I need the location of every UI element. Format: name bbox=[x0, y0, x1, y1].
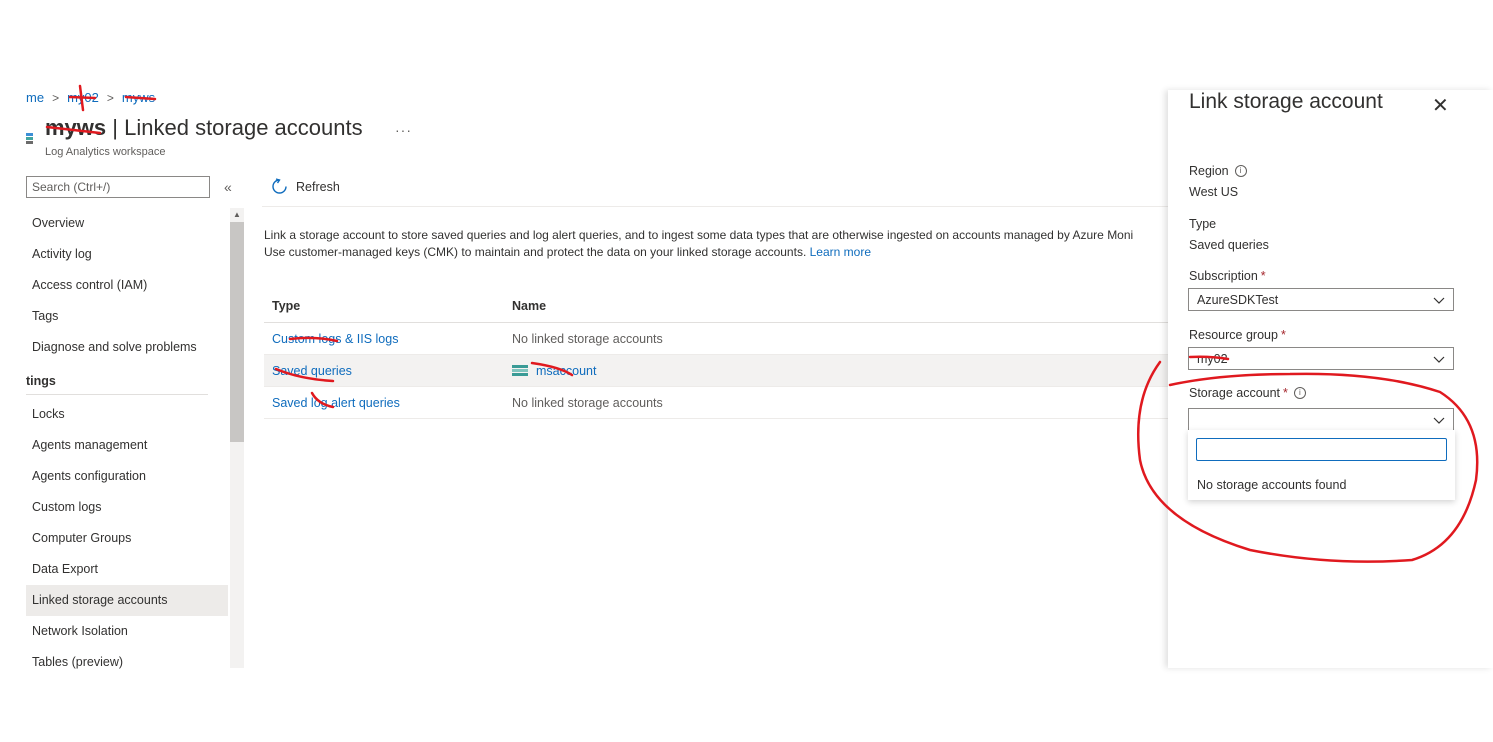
chevron-down-icon bbox=[1433, 417, 1445, 424]
sidebar-item-locks[interactable]: Locks bbox=[26, 399, 228, 430]
info-icon[interactable]: i bbox=[1293, 387, 1306, 399]
sidebar-nav: Overview Activity log Access control (IA… bbox=[26, 208, 228, 669]
table-row[interactable]: Custom logs & IIS logs No linked storage… bbox=[264, 323, 1168, 355]
type-link[interactable]: Saved queries bbox=[272, 364, 352, 378]
description-line-1: Link a storage account to store saved qu… bbox=[264, 228, 1134, 242]
sidebar-section-settings: tings bbox=[26, 363, 208, 395]
resource-group-label-text: Resource group bbox=[1189, 328, 1278, 342]
collapse-sidebar-icon[interactable]: « bbox=[224, 179, 232, 195]
storage-account-dropdown[interactable] bbox=[1188, 408, 1454, 431]
type-label: Type bbox=[1189, 217, 1217, 231]
sidebar-item-activity-log[interactable]: Activity log bbox=[26, 239, 228, 270]
subscription-dropdown[interactable]: AzureSDKTest bbox=[1188, 288, 1454, 311]
breadcrumb-item-workspace[interactable]: myws bbox=[122, 90, 155, 105]
type-value: Saved queries bbox=[1189, 238, 1269, 252]
required-marker: * bbox=[1260, 269, 1266, 283]
storage-account-label: Storage account * i bbox=[1189, 386, 1306, 400]
sidebar-item-agents-configuration[interactable]: Agents configuration bbox=[26, 461, 228, 492]
refresh-button[interactable]: Refresh bbox=[271, 178, 340, 195]
region-value: West US bbox=[1189, 185, 1239, 199]
subscription-label: Subscription * bbox=[1189, 269, 1266, 283]
subscription-label-text: Subscription bbox=[1189, 269, 1258, 283]
column-header-type: Type bbox=[272, 299, 301, 313]
chevron-down-icon bbox=[1433, 297, 1445, 304]
title-separator: | bbox=[112, 115, 118, 140]
breadcrumb: me > my02 > myws bbox=[26, 90, 155, 105]
storage-account-label-text: Storage account bbox=[1189, 386, 1281, 400]
column-header-name: Name bbox=[512, 299, 547, 313]
description-line-2: Use customer-managed keys (CMK) to maint… bbox=[264, 245, 807, 259]
storage-account-icon bbox=[512, 364, 528, 377]
region-label-text: Region bbox=[1189, 164, 1229, 178]
linked-storage-table: Type Name Custom logs & IIS logs No link… bbox=[264, 290, 1168, 419]
page-title-text: Linked storage accounts bbox=[124, 115, 363, 140]
sidebar-item-linked-storage-accounts[interactable]: Linked storage accounts bbox=[26, 585, 228, 616]
breadcrumb-item-resource-group[interactable]: my02 bbox=[67, 90, 99, 105]
chevron-right-icon: > bbox=[106, 90, 114, 105]
learn-more-link[interactable]: Learn more bbox=[810, 245, 871, 259]
required-marker: * bbox=[1283, 386, 1288, 400]
name-cell: No linked storage accounts bbox=[512, 395, 663, 410]
subscription-value: AzureSDKTest bbox=[1197, 292, 1279, 307]
table-row[interactable]: Saved queries msaccount bbox=[264, 355, 1168, 387]
chevron-down-icon bbox=[1433, 356, 1445, 363]
storage-account-link[interactable]: msaccount bbox=[536, 364, 596, 378]
sidebar-item-tables[interactable]: Tables (preview) bbox=[26, 647, 228, 669]
region-label: Region i bbox=[1189, 164, 1247, 178]
blade-title: Link storage account bbox=[1189, 90, 1383, 113]
chevron-right-icon: > bbox=[52, 90, 60, 105]
name-cell: msaccount bbox=[503, 364, 1168, 378]
resource-group-label: Resource group * bbox=[1189, 328, 1286, 342]
resource-group-dropdown[interactable]: my02 bbox=[1188, 347, 1454, 370]
sidebar-item-agents-management[interactable]: Agents management bbox=[26, 430, 228, 461]
sidebar-item-tags[interactable]: Tags bbox=[26, 301, 228, 332]
table-row[interactable]: Saved log alert queries No linked storag… bbox=[264, 387, 1168, 419]
no-results-message: No storage accounts found bbox=[1197, 478, 1347, 492]
sidebar-item-computer-groups[interactable]: Computer Groups bbox=[26, 523, 228, 554]
sidebar-item-diagnose[interactable]: Diagnose and solve problems bbox=[26, 332, 228, 363]
type-link[interactable]: Saved log alert queries bbox=[272, 396, 400, 410]
resource-group-value: my02 bbox=[1197, 351, 1228, 366]
log-analytics-icon bbox=[26, 133, 33, 147]
storage-account-filter-input[interactable] bbox=[1196, 438, 1447, 461]
required-marker: * bbox=[1280, 328, 1286, 342]
sidebar-search-input[interactable]: Search (Ctrl+/) bbox=[26, 176, 210, 198]
refresh-icon bbox=[272, 178, 287, 194]
sidebar-item-custom-logs[interactable]: Custom logs bbox=[26, 492, 228, 523]
page-title: myws | Linked storage accounts bbox=[45, 115, 363, 141]
workspace-name: myws bbox=[45, 115, 107, 140]
name-cell: No linked storage accounts bbox=[512, 331, 663, 346]
sidebar-item-overview[interactable]: Overview bbox=[26, 208, 228, 239]
close-icon[interactable]: ✕ bbox=[1432, 93, 1449, 118]
sidebar-item-network-isolation[interactable]: Network Isolation bbox=[26, 616, 228, 647]
description: Link a storage account to store saved qu… bbox=[264, 227, 1168, 261]
more-options-button[interactable]: ··· bbox=[395, 122, 412, 138]
sidebar-item-data-export[interactable]: Data Export bbox=[26, 554, 228, 585]
toolbar-divider bbox=[262, 206, 1168, 207]
type-link[interactable]: Custom logs & IIS logs bbox=[272, 332, 398, 346]
info-icon[interactable]: i bbox=[1234, 165, 1247, 177]
sidebar-item-access-control[interactable]: Access control (IAM) bbox=[26, 270, 228, 301]
refresh-label: Refresh bbox=[296, 179, 340, 194]
breadcrumb-item-home[interactable]: me bbox=[26, 90, 44, 105]
scroll-up-icon[interactable]: ▲ bbox=[233, 210, 241, 219]
sidebar-scroll-thumb[interactable] bbox=[230, 222, 244, 442]
page-subtitle: Log Analytics workspace bbox=[45, 146, 166, 158]
table-header: Type Name bbox=[264, 290, 1168, 323]
